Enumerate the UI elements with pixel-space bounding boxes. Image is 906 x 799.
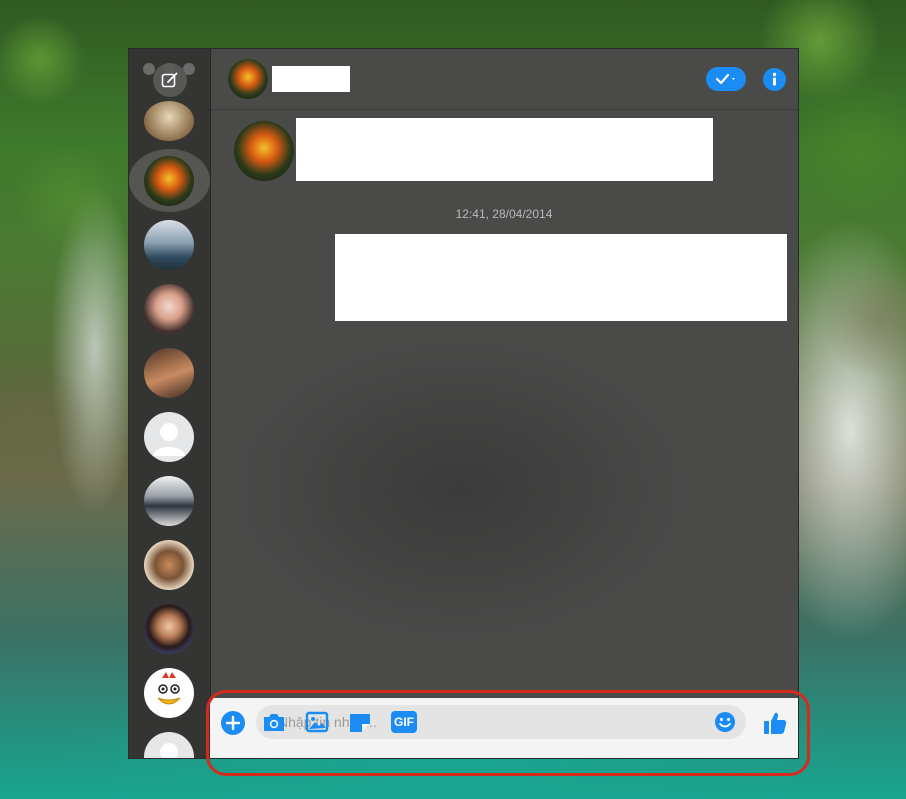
conversation-avatar[interactable] <box>144 476 194 526</box>
conversation-avatar[interactable] <box>144 604 194 654</box>
conversation-pane: 12:41, 28/04/2014 Nhập tin nhắn... GIF <box>210 49 798 758</box>
default-avatar-icon <box>160 743 178 758</box>
conversation-avatar[interactable] <box>144 220 194 270</box>
chicken-avatar-icon <box>157 672 181 705</box>
info-icon <box>772 72 777 86</box>
delivery-options-button[interactable] <box>706 67 746 91</box>
conversation-avatar[interactable] <box>144 156 194 206</box>
composer-highlight-annotation <box>206 690 810 776</box>
conversation-avatar[interactable] <box>144 540 194 590</box>
compose-icon <box>161 72 178 88</box>
contact-avatar[interactable] <box>228 59 268 99</box>
conversation-header <box>210 49 798 110</box>
message-timestamp: 12:41, 28/04/2014 <box>455 207 553 221</box>
new-message-button[interactable] <box>153 63 187 97</box>
conversation-avatar[interactable] <box>144 668 194 718</box>
conversation-info-button[interactable] <box>763 68 786 91</box>
conversation-avatar[interactable] <box>144 412 194 462</box>
outgoing-message-redacted[interactable] <box>335 234 787 321</box>
sender-avatar[interactable] <box>234 121 294 181</box>
contact-name-redacted[interactable] <box>272 66 350 92</box>
messenger-window: 12:41, 28/04/2014 Nhập tin nhắn... GIF <box>128 48 799 759</box>
message-history-area <box>210 329 798 688</box>
conversation-sidebar <box>129 49 211 758</box>
default-avatar-icon <box>153 423 185 456</box>
conversation-avatar[interactable] <box>144 732 194 758</box>
incoming-message-redacted[interactable] <box>296 118 713 181</box>
conversation-avatar[interactable] <box>144 101 194 141</box>
conversation-avatar[interactable] <box>144 348 194 398</box>
check-icon <box>715 73 735 85</box>
conversation-avatar[interactable] <box>144 284 194 334</box>
